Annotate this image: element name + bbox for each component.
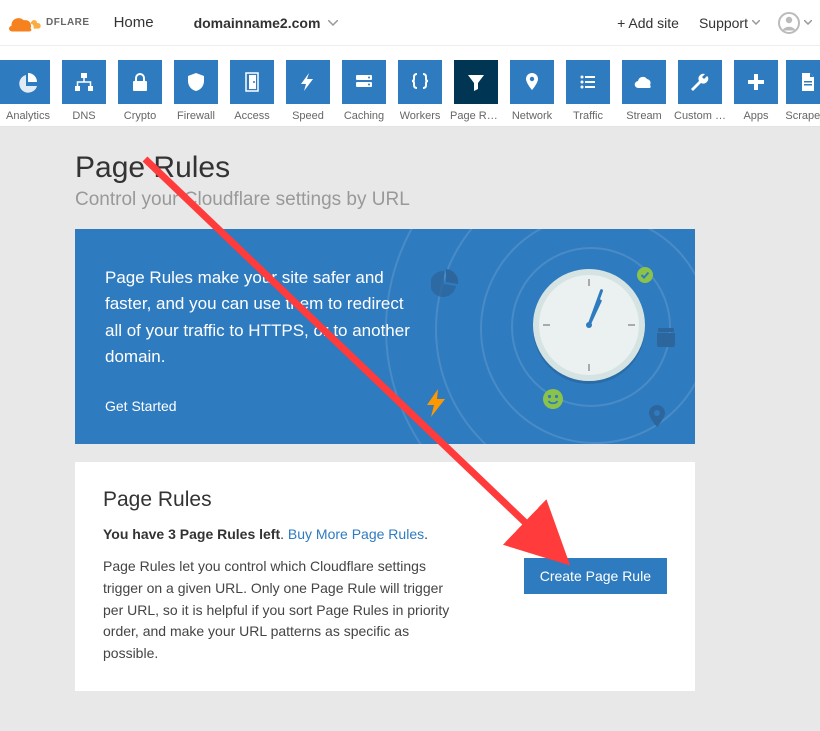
tab-pagerules[interactable]: Page Rules [452,60,500,122]
nav-tabs: ewAnalyticsDNSCryptoFirewallAccessSpeedC… [0,46,820,127]
create-page-rule-button[interactable]: Create Page Rule [524,558,667,594]
tab-analytics[interactable]: Analytics [4,60,52,122]
tab-customp[interactable]: Custom P... [676,60,724,122]
tab-label: Analytics [6,110,50,122]
tab-label: Custom P... [674,110,726,122]
tab-label: Scrape S [785,110,820,122]
smiley-icon [543,389,563,414]
support-link[interactable]: Support [699,15,760,31]
chevron-down-icon [804,20,812,25]
tab-label: Network [512,110,552,122]
doc-icon [786,60,820,104]
pin-icon [510,60,554,104]
bolt-icon [286,60,330,104]
pie-icon [6,60,50,104]
cloud-icon [8,13,42,33]
cloud-icon [622,60,666,104]
tab-workers[interactable]: Workers [396,60,444,122]
braces-icon [398,60,442,104]
tab-label: DNS [72,110,95,122]
clock-graphic [533,269,645,381]
storage-icon [655,325,677,352]
content-area: Page Rules Control your Cloudflare setti… [0,127,820,731]
pie-chart-icon [431,267,461,302]
buy-more-link[interactable]: Buy More Page Rules [288,526,424,542]
add-site-link[interactable]: + Add site [617,15,679,31]
tab-label: Apps [743,110,768,122]
tab-apps[interactable]: Apps [732,60,780,122]
tab-label: Stream [626,110,661,122]
page-title: Page Rules [75,151,695,185]
tab-label: Workers [400,110,441,122]
rules-card-title: Page Rules [103,488,457,512]
hero-text: Page Rules make your site safer and fast… [105,265,425,370]
list-icon [566,60,610,104]
rules-quota-text: You have 3 Page Rules left [103,526,280,542]
tab-traffic[interactable]: Traffic [564,60,612,122]
tab-label: Caching [344,110,384,122]
chevron-down-icon [752,20,760,25]
support-label: Support [699,15,748,31]
wrench-icon [678,60,722,104]
tab-access[interactable]: Access [228,60,276,122]
rules-description: Page Rules let you control which Cloudfl… [103,556,457,664]
tab-speed[interactable]: Speed [284,60,332,122]
cloudflare-logo[interactable]: DFLARE [8,13,90,33]
tab-label: Page Rules [450,110,502,122]
tab-scrapes[interactable]: Scrape S [788,60,820,122]
rules-quota: You have 3 Page Rules left. Buy More Pag… [103,526,457,542]
checkmark-icon [637,267,653,288]
tab-label: Speed [292,110,324,122]
logo-text: DFLARE [46,17,90,28]
user-menu[interactable] [778,12,812,34]
tab-firewall[interactable]: Firewall [172,60,220,122]
door-icon [230,60,274,104]
funnel-icon [454,60,498,104]
current-domain: domainname2.com [194,15,321,31]
tab-label: Crypto [124,110,156,122]
shield-icon [174,60,218,104]
lightning-icon [425,389,447,422]
user-icon [778,12,800,34]
hero-banner: Page Rules make your site safer and fast… [75,229,695,444]
tab-label: Traffic [573,110,603,122]
lock-icon [118,60,162,104]
drive-icon [342,60,386,104]
tab-stream[interactable]: Stream [620,60,668,122]
plus-icon [734,60,778,104]
location-pin-icon [649,405,665,432]
tab-network[interactable]: Network [508,60,556,122]
tab-label: Firewall [177,110,215,122]
tab-crypto[interactable]: Crypto [116,60,164,122]
tab-caching[interactable]: Caching [340,60,388,122]
home-link[interactable]: Home [114,14,154,31]
sitemap-icon [62,60,106,104]
tab-label: Access [234,110,269,122]
chevron-down-icon [328,20,338,26]
page-rules-card: Page Rules You have 3 Page Rules left. B… [75,462,695,690]
top-bar: DFLARE Home domainname2.com + Add site S… [0,0,820,46]
get-started-link[interactable]: Get Started [105,398,177,414]
page-subtitle: Control your Cloudflare settings by URL [75,189,695,211]
tab-dns[interactable]: DNS [60,60,108,122]
domain-selector[interactable]: domainname2.com [194,15,339,31]
